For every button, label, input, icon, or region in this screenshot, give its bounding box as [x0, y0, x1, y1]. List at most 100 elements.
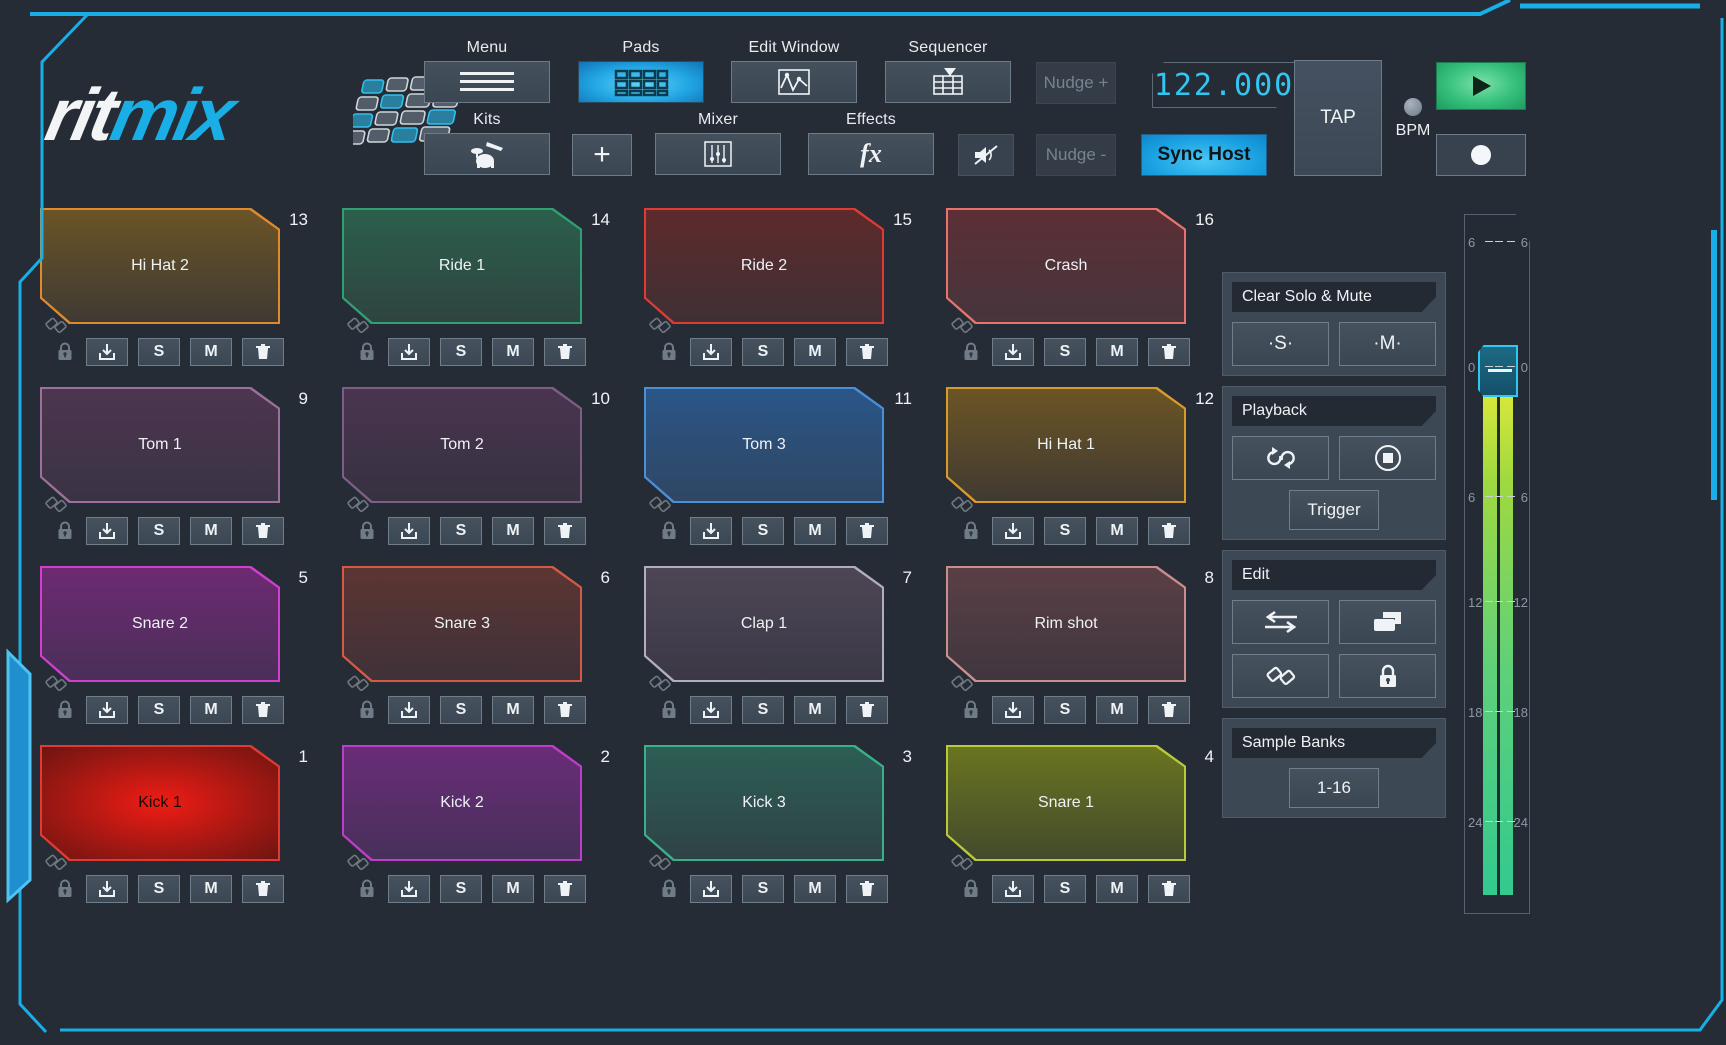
pad-mute-button[interactable]: M — [1096, 338, 1138, 366]
pad-solo-button[interactable]: S — [138, 517, 180, 545]
pad-solo-button[interactable]: S — [440, 875, 482, 903]
pad-load-button[interactable] — [992, 517, 1034, 545]
pad-delete-button[interactable] — [846, 517, 888, 545]
pad-solo-button[interactable]: S — [138, 696, 180, 724]
pad-mute-button[interactable]: M — [492, 338, 534, 366]
drum-pad[interactable]: Snare 2 — [40, 566, 280, 682]
pad-mute-button[interactable]: M — [1096, 517, 1138, 545]
pad-solo-button[interactable]: S — [1044, 696, 1086, 724]
pad-load-button[interactable] — [690, 696, 732, 724]
pad-mute-button[interactable]: M — [1096, 696, 1138, 724]
link-pads-button[interactable] — [1232, 654, 1329, 698]
pad-mute-button[interactable]: M — [190, 875, 232, 903]
pad-mute-button[interactable]: M — [190, 517, 232, 545]
pad-solo-button[interactable]: S — [1044, 517, 1086, 545]
pad-load-button[interactable] — [388, 517, 430, 545]
pad-load-button[interactable] — [86, 517, 128, 545]
edit-window-button[interactable] — [731, 61, 857, 103]
pad-mute-button[interactable]: M — [1096, 875, 1138, 903]
pad-load-button[interactable] — [388, 338, 430, 366]
nudge-plus-button[interactable]: Nudge + — [1036, 62, 1116, 104]
pad-mute-button[interactable]: M — [492, 517, 534, 545]
pad-mute-button[interactable]: M — [794, 517, 836, 545]
pad-load-button[interactable] — [86, 696, 128, 724]
pads-button[interactable] — [578, 61, 704, 103]
pad-mute-button[interactable]: M — [190, 338, 232, 366]
swap-pads-button[interactable] — [1232, 600, 1329, 644]
pad-mute-button[interactable]: M — [492, 875, 534, 903]
pad-lock-button[interactable] — [658, 517, 680, 545]
pad-lock-button[interactable] — [54, 338, 76, 366]
drum-pad[interactable]: Kick 3 — [644, 745, 884, 861]
pad-lock-button[interactable] — [54, 696, 76, 724]
pad-solo-button[interactable]: S — [1044, 338, 1086, 366]
sequencer-button[interactable] — [885, 61, 1011, 103]
pad-lock-button[interactable] — [960, 875, 982, 903]
pad-lock-button[interactable] — [356, 338, 378, 366]
pad-solo-button[interactable]: S — [138, 875, 180, 903]
pad-mute-button[interactable]: M — [794, 696, 836, 724]
loop-button[interactable] — [1232, 436, 1329, 480]
pad-load-button[interactable] — [86, 875, 128, 903]
record-button[interactable] — [1436, 134, 1526, 176]
drum-pad[interactable]: Kick 1 — [40, 745, 280, 861]
pad-lock-button[interactable] — [356, 517, 378, 545]
pad-lock-button[interactable] — [658, 338, 680, 366]
pad-mute-button[interactable]: M — [794, 338, 836, 366]
mute-button[interactable] — [958, 134, 1014, 176]
drum-pad[interactable]: Kick 2 — [342, 745, 582, 861]
clear-mute-button[interactable]: ·M· — [1339, 322, 1436, 366]
pad-load-button[interactable] — [992, 696, 1034, 724]
pad-solo-button[interactable]: S — [440, 696, 482, 724]
pad-lock-button[interactable] — [960, 696, 982, 724]
sync-host-button[interactable]: Sync Host — [1141, 134, 1267, 176]
menu-button[interactable] — [424, 61, 550, 103]
drum-pad[interactable]: Snare 3 — [342, 566, 582, 682]
pad-solo-button[interactable]: S — [1044, 875, 1086, 903]
pad-delete-button[interactable] — [544, 696, 586, 724]
drum-pad[interactable]: Crash — [946, 208, 1186, 324]
effects-button[interactable]: fx — [808, 133, 934, 175]
pad-lock-button[interactable] — [54, 517, 76, 545]
drum-pad[interactable]: Hi Hat 1 — [946, 387, 1186, 503]
clear-solo-button[interactable]: ·S· — [1232, 322, 1329, 366]
pad-lock-button[interactable] — [356, 875, 378, 903]
pad-lock-button[interactable] — [356, 696, 378, 724]
kits-button[interactable] — [424, 133, 550, 175]
play-button[interactable] — [1436, 62, 1526, 110]
pad-delete-button[interactable] — [1148, 338, 1190, 366]
pad-load-button[interactable] — [690, 875, 732, 903]
stop-button[interactable] — [1339, 436, 1436, 480]
lock-pad-button[interactable] — [1339, 654, 1436, 698]
drum-pad[interactable]: Hi Hat 2 — [40, 208, 280, 324]
pad-delete-button[interactable] — [846, 338, 888, 366]
copy-pad-button[interactable] — [1339, 600, 1436, 644]
drum-pad[interactable]: Ride 2 — [644, 208, 884, 324]
pad-mute-button[interactable]: M — [190, 696, 232, 724]
pad-delete-button[interactable] — [544, 338, 586, 366]
pad-solo-button[interactable]: S — [138, 338, 180, 366]
pad-solo-button[interactable]: S — [742, 517, 784, 545]
pad-delete-button[interactable] — [544, 875, 586, 903]
pad-delete-button[interactable] — [544, 517, 586, 545]
pad-load-button[interactable] — [992, 875, 1034, 903]
pad-mute-button[interactable]: M — [794, 875, 836, 903]
pad-delete-button[interactable] — [846, 875, 888, 903]
pad-delete-button[interactable] — [846, 696, 888, 724]
pad-lock-button[interactable] — [960, 517, 982, 545]
pad-delete-button[interactable] — [1148, 875, 1190, 903]
pad-lock-button[interactable] — [658, 696, 680, 724]
pad-delete-button[interactable] — [1148, 696, 1190, 724]
pad-lock-button[interactable] — [658, 875, 680, 903]
pad-lock-button[interactable] — [960, 338, 982, 366]
bank-range-button[interactable]: 1-16 — [1289, 768, 1379, 808]
drum-pad[interactable]: Clap 1 — [644, 566, 884, 682]
pad-delete-button[interactable] — [242, 338, 284, 366]
pad-lock-button[interactable] — [54, 875, 76, 903]
pad-delete-button[interactable] — [242, 696, 284, 724]
pad-mute-button[interactable]: M — [492, 696, 534, 724]
drum-pad[interactable]: Tom 3 — [644, 387, 884, 503]
pad-load-button[interactable] — [690, 338, 732, 366]
pad-delete-button[interactable] — [242, 875, 284, 903]
tap-button[interactable]: TAP — [1294, 60, 1382, 176]
